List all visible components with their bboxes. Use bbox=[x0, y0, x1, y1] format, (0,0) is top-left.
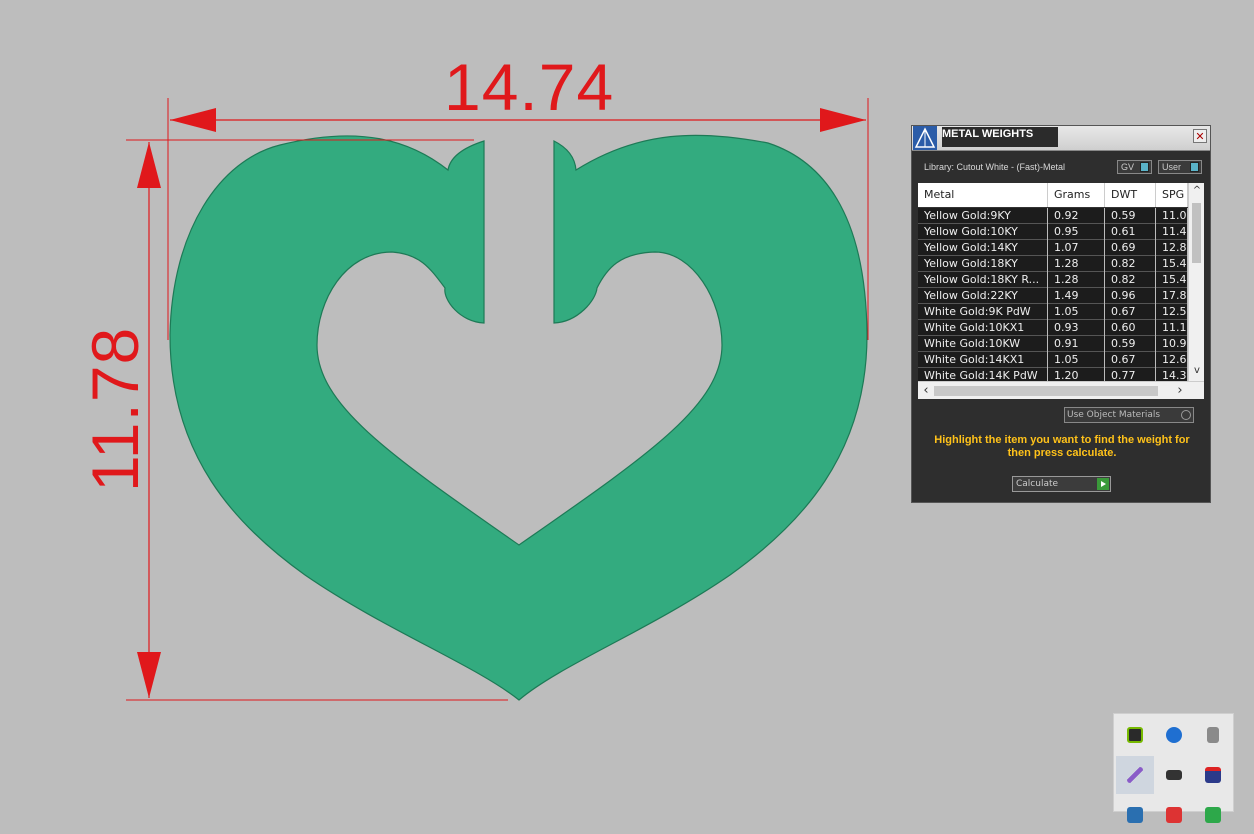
instruction-text: Highlight the item you want to find the … bbox=[934, 434, 1190, 459]
table-row[interactable]: Yellow Gold:14KY1.070.6912.88 bbox=[918, 240, 1188, 256]
cell-dwt: 0.96 bbox=[1105, 288, 1156, 304]
table-row[interactable]: Yellow Gold:9KY0.920.5911.08 bbox=[918, 208, 1188, 224]
cell-grams: 0.93 bbox=[1048, 320, 1105, 336]
cell-dwt: 0.59 bbox=[1105, 336, 1156, 352]
cell-spg: 11.43 bbox=[1156, 224, 1188, 240]
cell-metal: White Gold:10KX1 bbox=[918, 320, 1048, 336]
green-app-icon[interactable] bbox=[1194, 796, 1232, 834]
network-alert-icon[interactable] bbox=[1194, 756, 1232, 794]
cell-spg: 12.61 bbox=[1156, 352, 1188, 368]
cell-spg: 12.88 bbox=[1156, 240, 1188, 256]
radio-icon bbox=[1181, 410, 1191, 420]
cell-grams: 1.49 bbox=[1048, 288, 1105, 304]
table-row[interactable]: Yellow Gold:18KY R...1.280.8215.41 bbox=[918, 272, 1188, 288]
use-object-materials-label: Use Object Materials bbox=[1067, 410, 1161, 420]
system-tray-flyout bbox=[1113, 713, 1234, 823]
scroll-down-icon[interactable]: v bbox=[1189, 365, 1204, 376]
cell-metal: Yellow Gold:18KY bbox=[918, 256, 1048, 272]
cell-dwt: 0.82 bbox=[1105, 272, 1156, 288]
cell-dwt: 0.60 bbox=[1105, 320, 1156, 336]
nvidia-icon[interactable] bbox=[1116, 716, 1154, 754]
table-row[interactable]: White Gold:14KX11.050.6712.61 bbox=[918, 352, 1188, 368]
cell-spg: 15.41 bbox=[1156, 272, 1188, 288]
gv-toggle-label: GV bbox=[1121, 162, 1135, 172]
column-header-spg[interactable]: SPG bbox=[1156, 183, 1188, 207]
cell-grams: 1.28 bbox=[1048, 256, 1105, 272]
metal-weights-panel: METAL WEIGHTS ✕ Library: Cutout White - … bbox=[911, 125, 1211, 503]
play-icon bbox=[1097, 478, 1109, 490]
heart-cutout-shape[interactable] bbox=[169, 134, 868, 701]
cell-grams: 0.95 bbox=[1048, 224, 1105, 240]
cell-grams: 1.28 bbox=[1048, 272, 1105, 288]
calculate-button[interactable]: Calculate bbox=[1012, 476, 1111, 492]
cell-dwt: 0.61 bbox=[1105, 224, 1156, 240]
panel-title: METAL WEIGHTS bbox=[942, 127, 1058, 147]
cell-dwt: 0.67 bbox=[1105, 304, 1156, 320]
metal-weights-table: Metal Grams DWT SPG Yellow Gold:9KY 0.92 0… bbox=[918, 183, 1204, 399]
cell-metal: Yellow Gold:18KY R... bbox=[918, 272, 1048, 288]
toggle-knob-icon bbox=[1140, 162, 1149, 172]
red-app-icon[interactable] bbox=[1155, 796, 1193, 834]
scroll-left-icon[interactable]: ‹ bbox=[918, 383, 934, 398]
use-object-materials-toggle[interactable]: Use Object Materials bbox=[1064, 407, 1194, 423]
calculate-label: Calculate bbox=[1016, 479, 1059, 489]
cell-metal: Yellow Gold:10KY bbox=[918, 224, 1048, 240]
column-header-metal[interactable]: Metal bbox=[918, 183, 1048, 207]
table-row[interactable]: Yellow Gold:10KY0.950.6111.43 bbox=[918, 224, 1188, 240]
cell-metal: Yellow Gold:9KY bbox=[918, 208, 1048, 224]
cell-dwt: 0.82 bbox=[1105, 256, 1156, 272]
cell-metal: White Gold:10KW bbox=[918, 336, 1048, 352]
user-toggle[interactable]: User bbox=[1158, 160, 1202, 174]
vertical-scrollbar[interactable]: ^ v bbox=[1188, 183, 1204, 381]
cell-grams: 1.07 bbox=[1048, 240, 1105, 256]
panel-titlebar[interactable]: METAL WEIGHTS ✕ bbox=[912, 126, 1210, 151]
cell-dwt: 0.67 bbox=[1105, 352, 1156, 368]
cell-spg: 11.08 bbox=[1156, 208, 1188, 224]
cell-dwt: 0.59 bbox=[1105, 208, 1156, 224]
cell-metal: White Gold:14KX1 bbox=[918, 352, 1048, 368]
width-dimension-label: 14.74 bbox=[444, 50, 615, 124]
cell-grams: 1.05 bbox=[1048, 304, 1105, 320]
cell-spg: 11.18 bbox=[1156, 320, 1188, 336]
library-label: Library: Cutout White - (Fast)-Metal bbox=[924, 162, 1066, 172]
table-row[interactable]: White Gold:10KX10.930.6011.18 bbox=[918, 320, 1188, 336]
cell-metal: Yellow Gold:14KY bbox=[918, 240, 1048, 256]
gv-toggle[interactable]: GV bbox=[1117, 160, 1152, 174]
close-icon[interactable]: ✕ bbox=[1193, 129, 1207, 143]
bluetooth-icon[interactable] bbox=[1155, 716, 1193, 754]
table-header: Metal Grams DWT SPG bbox=[918, 183, 1188, 208]
cell-dwt: 0.69 bbox=[1105, 240, 1156, 256]
cell-metal: Yellow Gold:22KY bbox=[918, 288, 1048, 304]
pen-icon[interactable] bbox=[1116, 756, 1154, 794]
horizontal-scrollbar[interactable]: ‹ › bbox=[918, 381, 1204, 399]
toggle-knob-icon bbox=[1190, 162, 1199, 172]
scroll-thumb[interactable] bbox=[934, 386, 1158, 396]
cell-spg: 10.99 bbox=[1156, 336, 1188, 352]
height-dimension-label: 11.78 bbox=[78, 326, 152, 492]
cell-metal: White Gold:9K PdW bbox=[918, 304, 1048, 320]
table-row[interactable]: White Gold:10KW0.910.5910.99 bbox=[918, 336, 1188, 352]
drive-icon[interactable] bbox=[1116, 796, 1154, 834]
cell-grams: 1.05 bbox=[1048, 352, 1105, 368]
cell-spg: 15.41 bbox=[1156, 256, 1188, 272]
table-row[interactable]: White Gold:9K PdW1.050.6712.59 bbox=[918, 304, 1188, 320]
table-row[interactable]: Yellow Gold:18KY1.280.8215.41 bbox=[918, 256, 1188, 272]
usb-drive-icon[interactable] bbox=[1194, 716, 1232, 754]
cell-grams: 0.91 bbox=[1048, 336, 1105, 352]
cell-grams: 0.92 bbox=[1048, 208, 1105, 224]
table-row[interactable]: Yellow Gold:22KY1.490.9617.89 bbox=[918, 288, 1188, 304]
column-header-dwt[interactable]: DWT bbox=[1105, 183, 1156, 207]
scroll-up-icon[interactable]: ^ bbox=[1189, 185, 1204, 196]
battery-icon[interactable] bbox=[1155, 756, 1193, 794]
scroll-thumb[interactable] bbox=[1192, 203, 1201, 263]
user-toggle-label: User bbox=[1162, 162, 1182, 172]
scroll-right-icon[interactable]: › bbox=[1172, 383, 1188, 398]
cell-spg: 12.59 bbox=[1156, 304, 1188, 320]
app-logo-icon bbox=[913, 126, 937, 150]
column-header-grams[interactable]: Grams bbox=[1048, 183, 1105, 207]
cell-spg: 17.89 bbox=[1156, 288, 1188, 304]
